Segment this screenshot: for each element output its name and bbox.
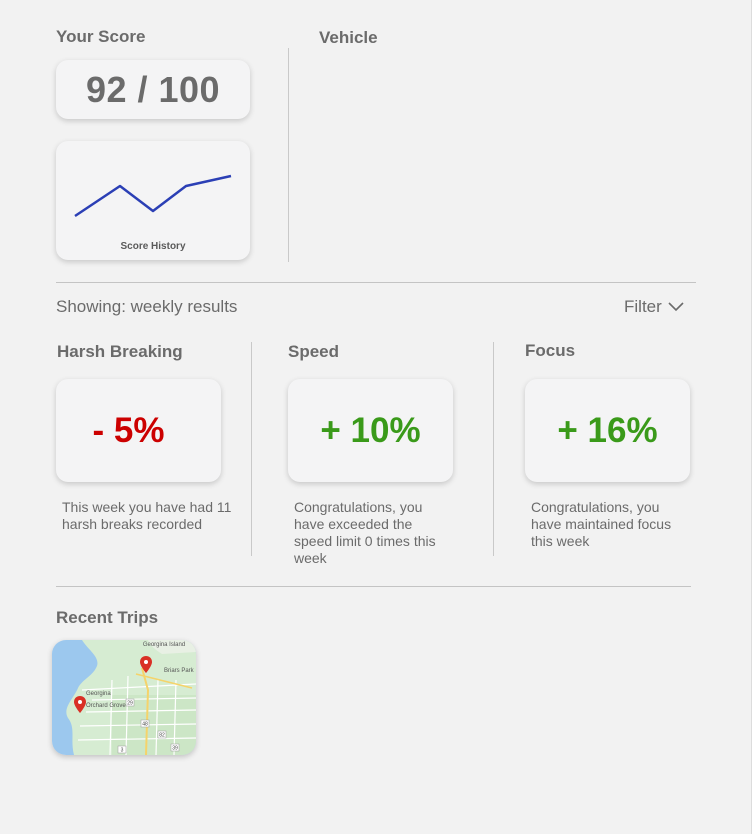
section-divider-bottom: [56, 586, 691, 587]
metric-value-focus: + 16%: [557, 410, 658, 450]
map-label-georgina: Georgina: [86, 691, 111, 697]
metric-description-focus: Congratulations, you have maintained foc…: [531, 499, 672, 549]
metric-description-speed: Congratulations, you have exceeded the s…: [294, 499, 436, 566]
map-road-29: 29: [127, 701, 133, 707]
metric-description-harsh-breaking: This week you have had 11 harsh breaks r…: [62, 499, 232, 532]
filter-dropdown[interactable]: Filter: [624, 297, 684, 317]
map-road-48: 48: [142, 722, 148, 728]
score-card: 92 / 100: [56, 60, 250, 119]
metric-title-speed: Speed: [288, 342, 340, 361]
score-history-card[interactable]: Score History: [56, 141, 250, 260]
score-history-caption: Score History: [120, 241, 186, 252]
showing-label: Showing: weekly results: [56, 297, 238, 316]
metric-card-speed[interactable]: + 10%: [288, 379, 453, 482]
metric-card-focus[interactable]: + 16%: [525, 379, 690, 482]
score-title: Your Score: [56, 27, 146, 46]
map-label-briars-park: Briars Park: [164, 668, 195, 674]
metric-value-harsh-breaking: - 5%: [92, 410, 165, 450]
recent-trip-map[interactable]: Georgina Island Briars Park Georgina Orc…: [52, 640, 196, 755]
metric-title-focus: Focus: [525, 341, 576, 360]
map-image: Georgina Island Briars Park Georgina Orc…: [52, 640, 196, 755]
metric-title-harsh-breaking: Harsh Breaking: [57, 342, 183, 361]
filter-label: Filter: [624, 297, 662, 316]
chevron-down-icon: [668, 297, 684, 317]
recent-trips-title: Recent Trips: [56, 608, 159, 627]
metric-value-speed: + 10%: [320, 410, 421, 450]
map-road-39: 39: [172, 746, 178, 752]
map-road-82: 82: [159, 733, 165, 739]
map-label-orchard-grove: Orchard Grove: [86, 703, 126, 709]
metric-divider-1: [251, 342, 252, 556]
map-label-georgina-island: Georgina Island: [143, 642, 185, 648]
metric-divider-2: [493, 342, 494, 556]
vehicle-title: Vehicle: [319, 28, 378, 47]
score-history-chart: [74, 174, 232, 218]
section-divider: [56, 282, 696, 283]
map-road-3: 3: [121, 748, 124, 754]
score-value: 92 / 100: [85, 68, 221, 110]
metric-card-harsh-breaking[interactable]: - 5%: [56, 379, 221, 482]
score-history-line: [74, 174, 232, 218]
section-divider-vertical: [288, 48, 289, 262]
